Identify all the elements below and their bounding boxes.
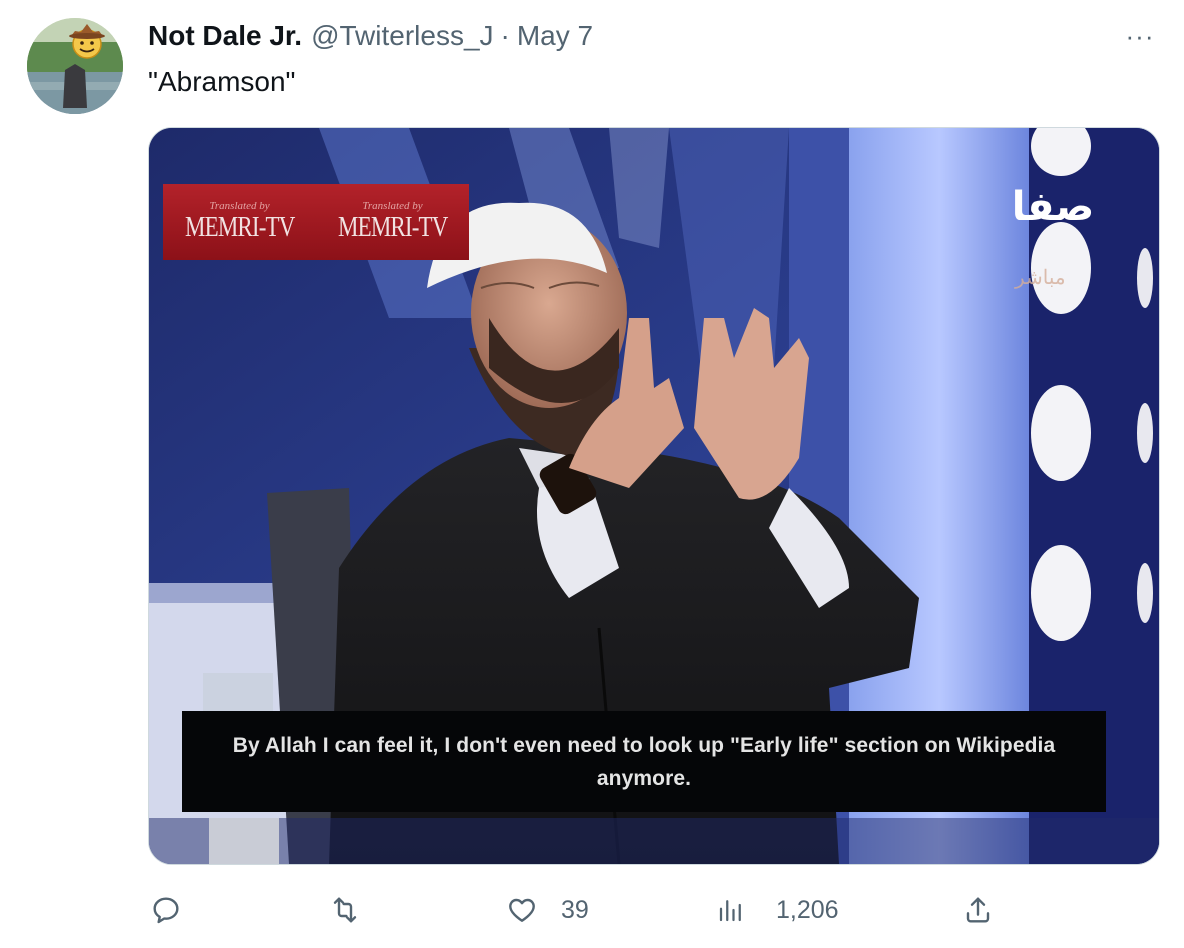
retweet-button[interactable] <box>328 890 362 930</box>
views-button[interactable]: 1,206 <box>716 890 839 930</box>
heart-icon <box>509 898 535 922</box>
video-caption: By Allah I can feel it, I don't even nee… <box>182 711 1106 812</box>
watermark-small-right: Translated by <box>362 200 423 212</box>
memri-watermark: Translated by MEMRI-TV Translated by MEM… <box>163 184 469 260</box>
separator-dot: · <box>500 20 510 51</box>
retweet-icon <box>333 897 357 923</box>
tweet-date[interactable]: May 7 <box>517 20 593 52</box>
like-count: 39 <box>561 895 589 924</box>
tweet-text: "Abramson" <box>148 66 296 97</box>
watermark-text-right: MEMRI-TV <box>337 212 448 243</box>
like-button[interactable]: 39 <box>505 890 589 930</box>
watermark-text-left: MEMRI-TV <box>184 212 295 243</box>
reply-icon <box>153 897 179 924</box>
analytics-icon <box>719 900 741 922</box>
tweet-media[interactable]: Translated by MEMRI-TV Translated by MEM… <box>148 127 1160 865</box>
share-button[interactable] <box>962 890 994 930</box>
user-handle[interactable]: @Twiterless_J <box>311 20 493 52</box>
display-name[interactable]: Not Dale Jr. <box>148 20 302 52</box>
avatar[interactable] <box>27 18 123 114</box>
channel-logo: صفا <box>1011 184 1095 230</box>
more-options-icon[interactable]: ··· <box>1120 21 1160 51</box>
share-icon <box>966 897 990 923</box>
avatar-image <box>27 18 123 114</box>
tweet-actions-bar: 39 1,206 <box>0 880 1184 940</box>
watermark-small-left: Translated by <box>209 200 270 212</box>
channel-subtitle: مباشر <box>1015 267 1066 289</box>
views-count: 1,206 <box>776 895 839 924</box>
reply-button[interactable] <box>150 890 182 930</box>
tweet-header: Not Dale Jr. @Twiterless_J · May 7 <box>148 20 593 60</box>
